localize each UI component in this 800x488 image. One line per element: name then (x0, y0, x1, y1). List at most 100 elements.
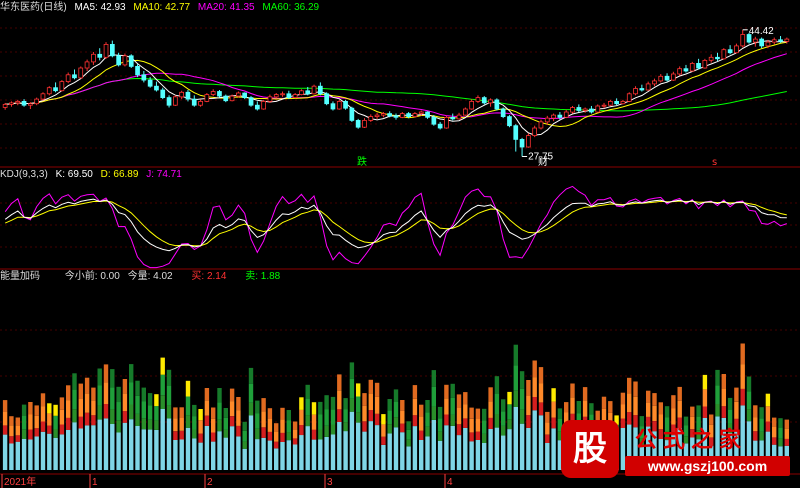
volume-bar-segment (72, 373, 77, 390)
volume-bar-segment (538, 415, 544, 470)
volume-bar-segment (116, 402, 121, 421)
volume-bar-segment (110, 387, 115, 410)
volume-bar-segment (299, 397, 304, 410)
volume-bar-segment (412, 385, 418, 399)
volume-bar-segment (444, 414, 449, 426)
volume-bar-segment (349, 411, 355, 470)
volume-bar-segment (53, 404, 58, 416)
volume-bar-segment (47, 433, 52, 470)
volume-bar-segment (507, 404, 512, 420)
volume-bar-segment (305, 415, 310, 427)
candle (771, 39, 777, 43)
candle (122, 55, 128, 66)
volume-bar-segment (482, 408, 487, 421)
volume-bar-segment (255, 413, 260, 429)
volume-bar-segment (154, 406, 159, 421)
volume-bar-segment (185, 427, 191, 470)
volume-bar-segment (564, 402, 569, 413)
volume-bar-segment (677, 400, 682, 418)
volume-bar-segment (248, 367, 254, 384)
volume-bar-segment (501, 411, 506, 426)
volume-bar-segment (400, 423, 405, 433)
ma60-label: MA60: 36.29 (262, 2, 320, 13)
candle (160, 89, 166, 98)
kdj-j-line (4, 185, 787, 269)
volume-bar-segment (582, 400, 588, 417)
candle (500, 108, 506, 117)
candle (608, 101, 613, 106)
volume-bar-segment (34, 428, 39, 437)
candle (198, 101, 203, 106)
volume-bar-segment (664, 406, 670, 418)
stock-name: 华东医药(日线) (0, 2, 67, 13)
candle (217, 91, 222, 97)
volume-bar-segment (78, 428, 83, 470)
volume-bar-segment (545, 434, 550, 443)
candle (248, 97, 254, 106)
volume-bar-segment (393, 417, 399, 428)
volume-bar-segment (343, 409, 348, 423)
volume-bar-segment (97, 405, 102, 420)
volume-bar-segment (393, 427, 399, 470)
vol-title: 能量加码 (0, 271, 40, 282)
volume-bar-segment (286, 420, 291, 433)
volume-bar-segment (374, 413, 380, 426)
volume-bar-segment (368, 393, 373, 411)
candle (513, 125, 519, 140)
candle (582, 108, 588, 111)
candle (46, 87, 52, 95)
volume-bar-segment (154, 430, 159, 470)
volume-bar-segment (103, 418, 109, 470)
volume-bar-segment (91, 415, 96, 426)
volume-bar-segment (620, 392, 626, 405)
volume-bar-segment (103, 404, 109, 419)
volume-bar-segment (211, 418, 216, 433)
volume-bar-segment (160, 395, 165, 409)
volume-bar-segment (494, 393, 500, 414)
stock-chart[interactable]: 44.4227.75跌财 s2021年 1 2 3 4 (0, 0, 800, 488)
volume-bar-segment (419, 416, 424, 431)
volume-bar-segment (173, 440, 178, 470)
volume-bar-segment (450, 414, 455, 426)
volume-bar-segment (160, 409, 165, 470)
volume-bar-segment (419, 440, 424, 470)
candle (406, 113, 412, 117)
volume-bar-segment (198, 409, 203, 421)
volume-bar-segment (368, 421, 373, 470)
candle (254, 104, 260, 110)
volume-bar-segment (330, 409, 336, 425)
volume-bar-segment (179, 407, 184, 418)
volume-bar-segment (223, 429, 228, 438)
candle (570, 107, 575, 113)
volume-bar-segment (204, 400, 210, 416)
volume-bar-segment (40, 431, 46, 470)
signal-cai-mark: 财 (538, 155, 548, 168)
volume-bar-segment (204, 415, 210, 426)
candle (59, 81, 65, 92)
candle (311, 85, 317, 95)
volume-bar-segment (721, 406, 726, 418)
volume-bar-segment (589, 403, 594, 415)
volume-bar-segment (135, 380, 140, 396)
volume-bar-segment (538, 383, 544, 403)
volume-bar-segment (255, 400, 260, 414)
volume-bar-segment (463, 392, 468, 404)
candle (519, 138, 525, 148)
candle (65, 74, 71, 83)
volume-bar-segment (242, 430, 247, 442)
volume-bar-segment (456, 394, 462, 408)
volume-bar-segment (381, 445, 386, 470)
volume-bar-segment (236, 425, 241, 437)
volume-bar-segment (280, 432, 285, 442)
volume-bar-segment (740, 343, 745, 365)
volume-bar-segment (519, 371, 525, 389)
volume-bar-segment (526, 427, 531, 470)
volume-bar-segment (545, 422, 550, 435)
volume-bar-segment (425, 412, 430, 427)
volume-bar-segment (173, 407, 178, 419)
volume-bar-segment (211, 407, 216, 419)
candle (734, 45, 739, 54)
volume-bar-segment (362, 431, 367, 470)
candle (242, 92, 247, 98)
candle (784, 38, 790, 42)
